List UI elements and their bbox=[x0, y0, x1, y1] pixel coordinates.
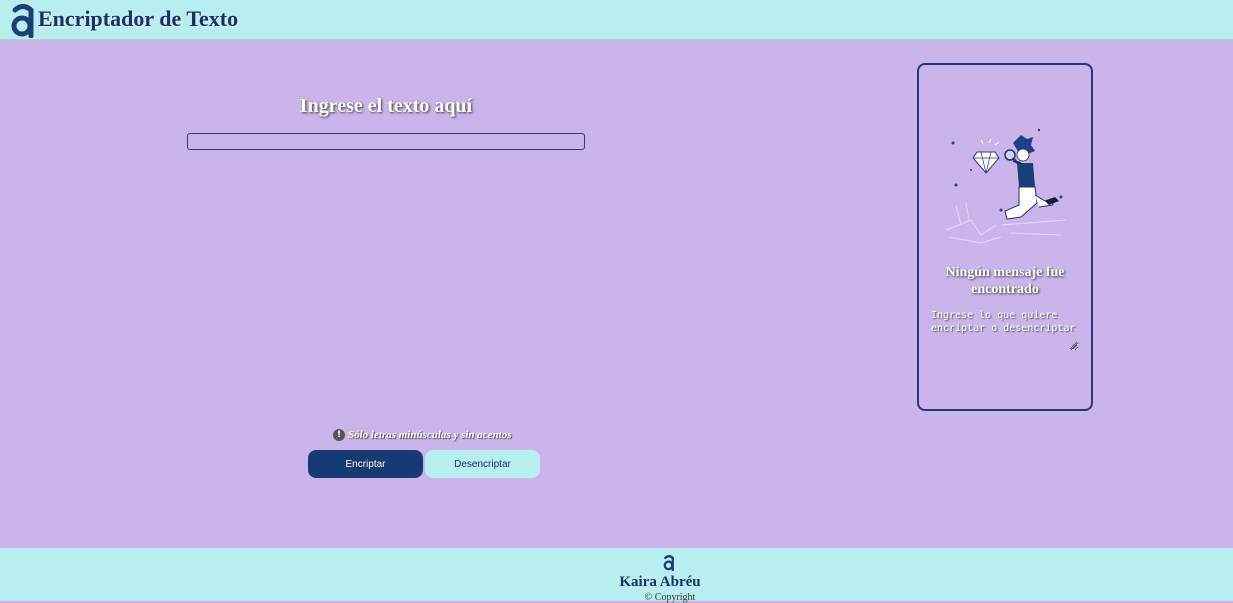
app-header: Encriptador de Texto bbox=[0, 0, 1233, 40]
result-heading: Ningún mensaje fue encontrado bbox=[945, 265, 1065, 297]
input-heading: Ingrese el texto aquí bbox=[299, 95, 473, 117]
exclamation-circle-icon: ! bbox=[333, 429, 345, 441]
warning-note: ! Sólo letras minúsculas y sin acentos bbox=[333, 427, 512, 443]
alura-logo-icon bbox=[11, 4, 34, 38]
resize-handle-icon[interactable] bbox=[1069, 341, 1078, 350]
decrypt-button[interactable]: Desencriptar bbox=[425, 450, 540, 478]
encrypt-button[interactable]: Encriptar bbox=[308, 450, 423, 478]
footer-copyright: © Copyright bbox=[644, 592, 696, 603]
person-with-magnifying-glass-illustration bbox=[945, 128, 1067, 244]
result-panel: Ningún mensaje fue encontrado bbox=[917, 63, 1093, 411]
result-textarea[interactable] bbox=[931, 309, 1079, 351]
warning-text: Sólo letras minúsculas y sin acentos bbox=[348, 429, 512, 441]
text-input[interactable] bbox=[187, 133, 585, 150]
footer-author: Kaira Abréu bbox=[619, 574, 701, 590]
alura-logo-icon bbox=[663, 555, 674, 571]
app-title: Encriptador de Texto bbox=[38, 6, 239, 31]
